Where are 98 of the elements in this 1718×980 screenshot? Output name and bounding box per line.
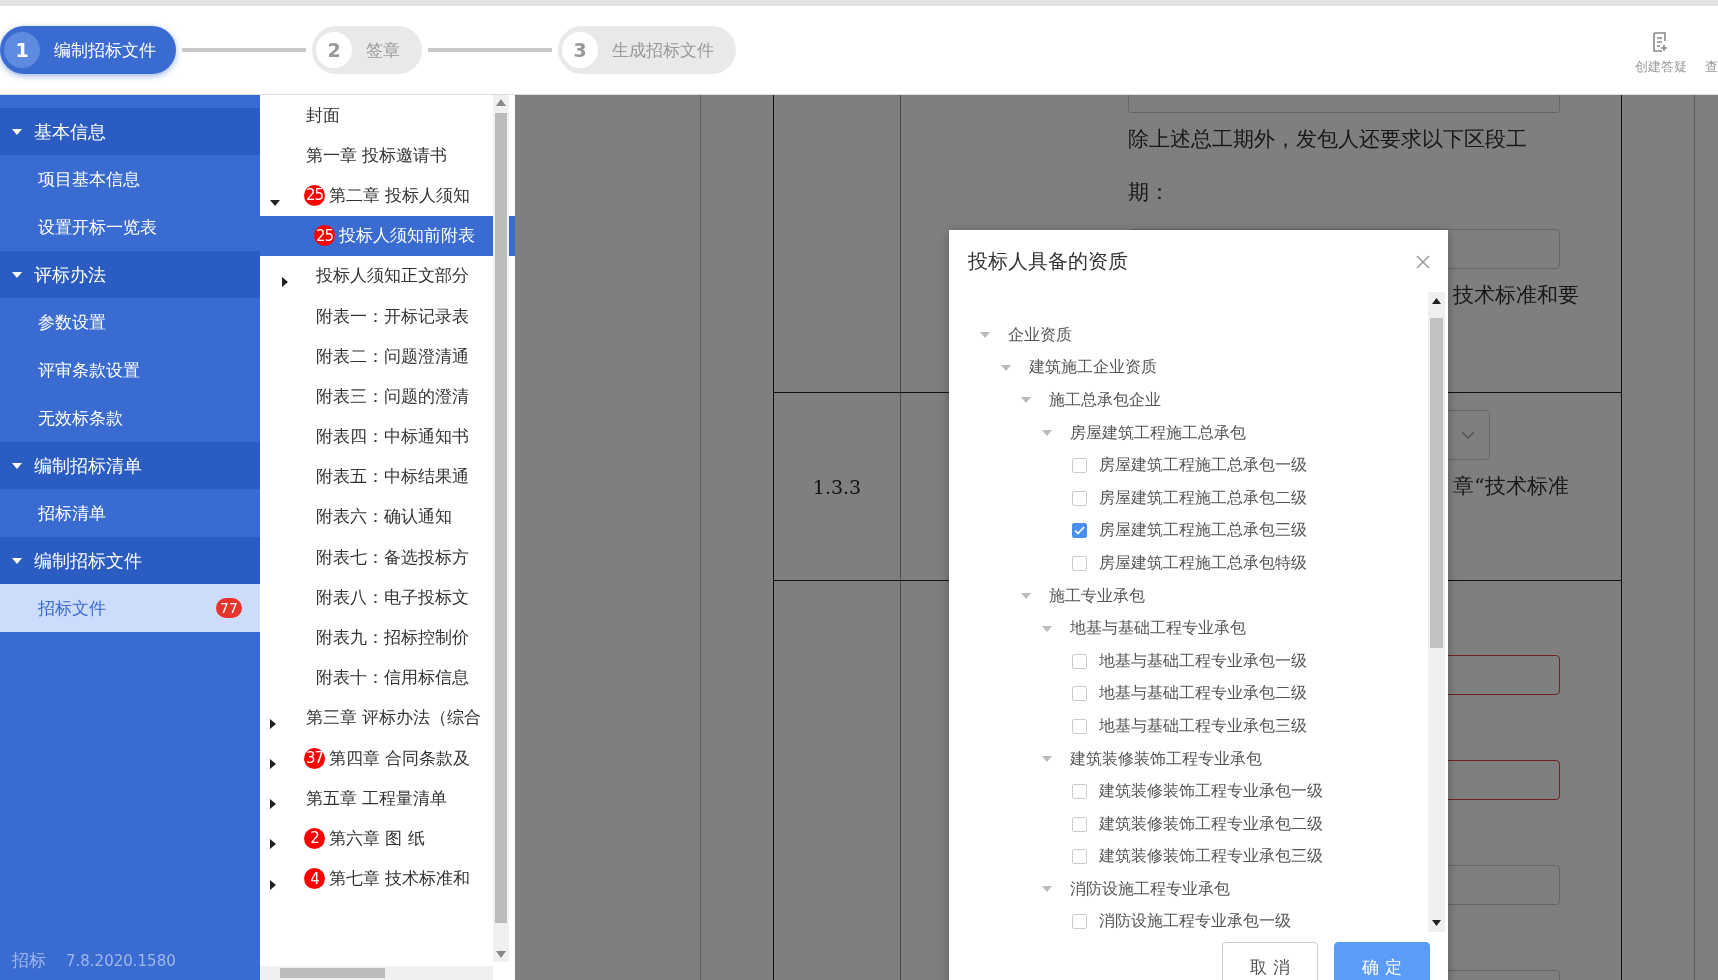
checkbox[interactable] bbox=[1072, 523, 1087, 539]
chevron-down-icon bbox=[1461, 431, 1475, 439]
caret-right-icon[interactable] bbox=[270, 759, 276, 769]
tree-label: 建筑装修装饰工程专业承包一级 bbox=[1099, 781, 1323, 803]
clause-text: 期： bbox=[1128, 179, 1171, 206]
outline-item[interactable]: 37 第四章 合同条款及 bbox=[260, 738, 515, 779]
outline-item[interactable]: 附表五：中标结果通 bbox=[260, 456, 515, 497]
tree-label: 建筑装修装饰工程专业承包 bbox=[1069, 748, 1262, 770]
caret-right-icon[interactable] bbox=[270, 799, 276, 810]
step-tab[interactable]: 1 编制招标文件 bbox=[0, 26, 176, 74]
step-number: 1 bbox=[4, 32, 40, 68]
outline-item[interactable]: 2 第六章 图 纸 bbox=[260, 818, 515, 859]
outline-item[interactable]: 第三章 评标办法（综合 bbox=[260, 697, 515, 738]
caret-right-icon[interactable] bbox=[270, 718, 276, 729]
tree-label: 房屋建筑工程施工总承包特级 bbox=[1099, 552, 1307, 574]
count-badge: 4 bbox=[304, 868, 325, 890]
outline-item[interactable]: 附表八：电子投标文 bbox=[260, 577, 515, 618]
sidebar-item[interactable]: 招标文件 77 bbox=[0, 584, 260, 632]
scroll-up-icon[interactable] bbox=[1432, 298, 1441, 304]
outline-item[interactable]: 第一章 投标邀请书 bbox=[260, 135, 515, 176]
tree-label: 地基与基础工程专业承包三级 bbox=[1099, 715, 1307, 737]
sidebar-item[interactable]: 无效标条款 bbox=[0, 394, 260, 442]
caret-right-icon[interactable] bbox=[270, 879, 276, 890]
checkbox[interactable] bbox=[1072, 555, 1087, 571]
outline-item[interactable]: 封面 bbox=[260, 95, 515, 136]
checkbox[interactable] bbox=[1072, 784, 1087, 800]
outline-item[interactable]: 附表十：信用标信息 bbox=[260, 657, 515, 698]
sidebar-item[interactable]: 招标清单 bbox=[0, 489, 260, 537]
checkbox[interactable] bbox=[1072, 849, 1087, 865]
caret-down-icon[interactable] bbox=[12, 128, 22, 135]
cancel-button[interactable]: 取 消 bbox=[1222, 942, 1318, 980]
sidebar-item[interactable]: 设置开标一览表 bbox=[0, 203, 260, 251]
count-badge: 2 bbox=[304, 827, 325, 849]
caret-down-icon[interactable] bbox=[12, 462, 22, 469]
count-badge: 25 bbox=[314, 225, 335, 247]
close-icon[interactable] bbox=[1416, 254, 1430, 269]
clause-text: 技术标准和要 bbox=[1453, 282, 1580, 309]
outline-item[interactable]: 投标人须知正文部分 bbox=[260, 255, 515, 296]
count-badge: 37 bbox=[304, 747, 325, 769]
count-badge: 25 bbox=[304, 184, 325, 206]
scrollbar[interactable] bbox=[1428, 292, 1445, 932]
tree-label: 消防设施工程专业承包一级 bbox=[1099, 911, 1291, 933]
outline-item[interactable]: 附表六：确认通知 bbox=[260, 496, 515, 538]
count-badge: 77 bbox=[216, 598, 242, 618]
outline-item[interactable]: 附表二：问题澄清通 bbox=[260, 336, 515, 377]
version-text: 7.8.2020.1580 bbox=[66, 952, 176, 970]
caret-down-icon[interactable] bbox=[12, 557, 22, 564]
outline-item[interactable]: 第五章 工程量清单 bbox=[260, 778, 515, 819]
checkbox[interactable] bbox=[1072, 458, 1087, 474]
tree-label: 地基与基础工程专业承包一级 bbox=[1099, 650, 1307, 672]
tree-label: 消防设施工程专业承包 bbox=[1069, 878, 1230, 900]
caret-right-icon[interactable] bbox=[282, 276, 288, 287]
sidebar-section[interactable]: 基本信息 bbox=[0, 108, 260, 155]
tree-label: 地基与基础工程专业承包 bbox=[1069, 618, 1246, 640]
outline-item[interactable]: 附表九：招标控制价 bbox=[260, 617, 515, 658]
tree-label: 施工总承包企业 bbox=[1049, 390, 1161, 411]
checkbox[interactable] bbox=[1072, 914, 1087, 930]
sidebar-section[interactable]: 编制招标清单 bbox=[0, 442, 260, 489]
text-area[interactable] bbox=[1128, 95, 1560, 113]
outline-item[interactable]: 附表一：开标记录表 bbox=[260, 295, 515, 337]
outline-item[interactable]: 附表四：中标通知书 bbox=[260, 416, 515, 457]
outline-item[interactable]: 附表七：备选投标方 bbox=[260, 537, 515, 578]
checkbox[interactable] bbox=[1072, 718, 1087, 734]
scrollbar[interactable] bbox=[260, 966, 493, 980]
tree-label: 建筑施工企业资质 bbox=[1028, 357, 1157, 379]
tree-label: 房屋建筑工程施工总承包三级 bbox=[1099, 520, 1307, 542]
caret-right-icon[interactable] bbox=[270, 839, 276, 850]
tree-label: 建筑装修装饰工程专业承包三级 bbox=[1099, 846, 1323, 868]
sidebar-section[interactable]: 评标办法 bbox=[0, 251, 260, 298]
checkbox[interactable] bbox=[1072, 490, 1087, 506]
clause-text: 除上述总工期外，发包人还要求以下区段工 bbox=[1128, 126, 1528, 153]
sidebar-item[interactable]: 项目基本信息 bbox=[0, 155, 260, 203]
outline-item[interactable]: 25 第二章 投标人须知 bbox=[260, 175, 515, 216]
checkbox[interactable] bbox=[1072, 816, 1087, 832]
tree-label: 房屋建筑工程施工总承包 bbox=[1069, 422, 1246, 444]
tree-label: 房屋建筑工程施工总承包二级 bbox=[1099, 487, 1307, 509]
outline-item[interactable]: 25 投标人须知前附表 bbox=[260, 215, 515, 256]
sidebar-item[interactable]: 参数设置 bbox=[0, 298, 260, 346]
dialog-title: 投标人具备的资质 bbox=[968, 248, 1128, 275]
outline-item[interactable]: 附表三：问题的澄清 bbox=[260, 376, 515, 417]
outline-item[interactable]: 4 第七章 技术标准和 bbox=[260, 858, 515, 899]
tree-label: 房屋建筑工程施工总承包一级 bbox=[1099, 455, 1307, 477]
step-number: 2 bbox=[316, 32, 352, 68]
tree-label: 企业资质 bbox=[1008, 324, 1072, 346]
clause-number: 1.3.3 bbox=[812, 475, 862, 498]
caret-down-icon[interactable] bbox=[270, 200, 280, 207]
caret-down-icon[interactable] bbox=[12, 271, 22, 278]
sidebar-section[interactable]: 编制招标文件 bbox=[0, 537, 260, 584]
tree-label: 建筑装修装饰工程专业承包二级 bbox=[1099, 813, 1323, 835]
tree-label: 施工专业承包 bbox=[1049, 585, 1145, 607]
app-name: 招标 bbox=[12, 949, 46, 972]
clause-text: 章“技术标准 bbox=[1453, 473, 1570, 500]
tree-label: 地基与基础工程专业承包二级 bbox=[1099, 683, 1307, 705]
scroll-down-icon[interactable] bbox=[1432, 920, 1441, 926]
step-number: 3 bbox=[562, 32, 598, 68]
checkbox[interactable] bbox=[1072, 653, 1087, 669]
checkbox[interactable] bbox=[1072, 686, 1087, 702]
sidebar-item[interactable]: 评审条款设置 bbox=[0, 346, 260, 394]
